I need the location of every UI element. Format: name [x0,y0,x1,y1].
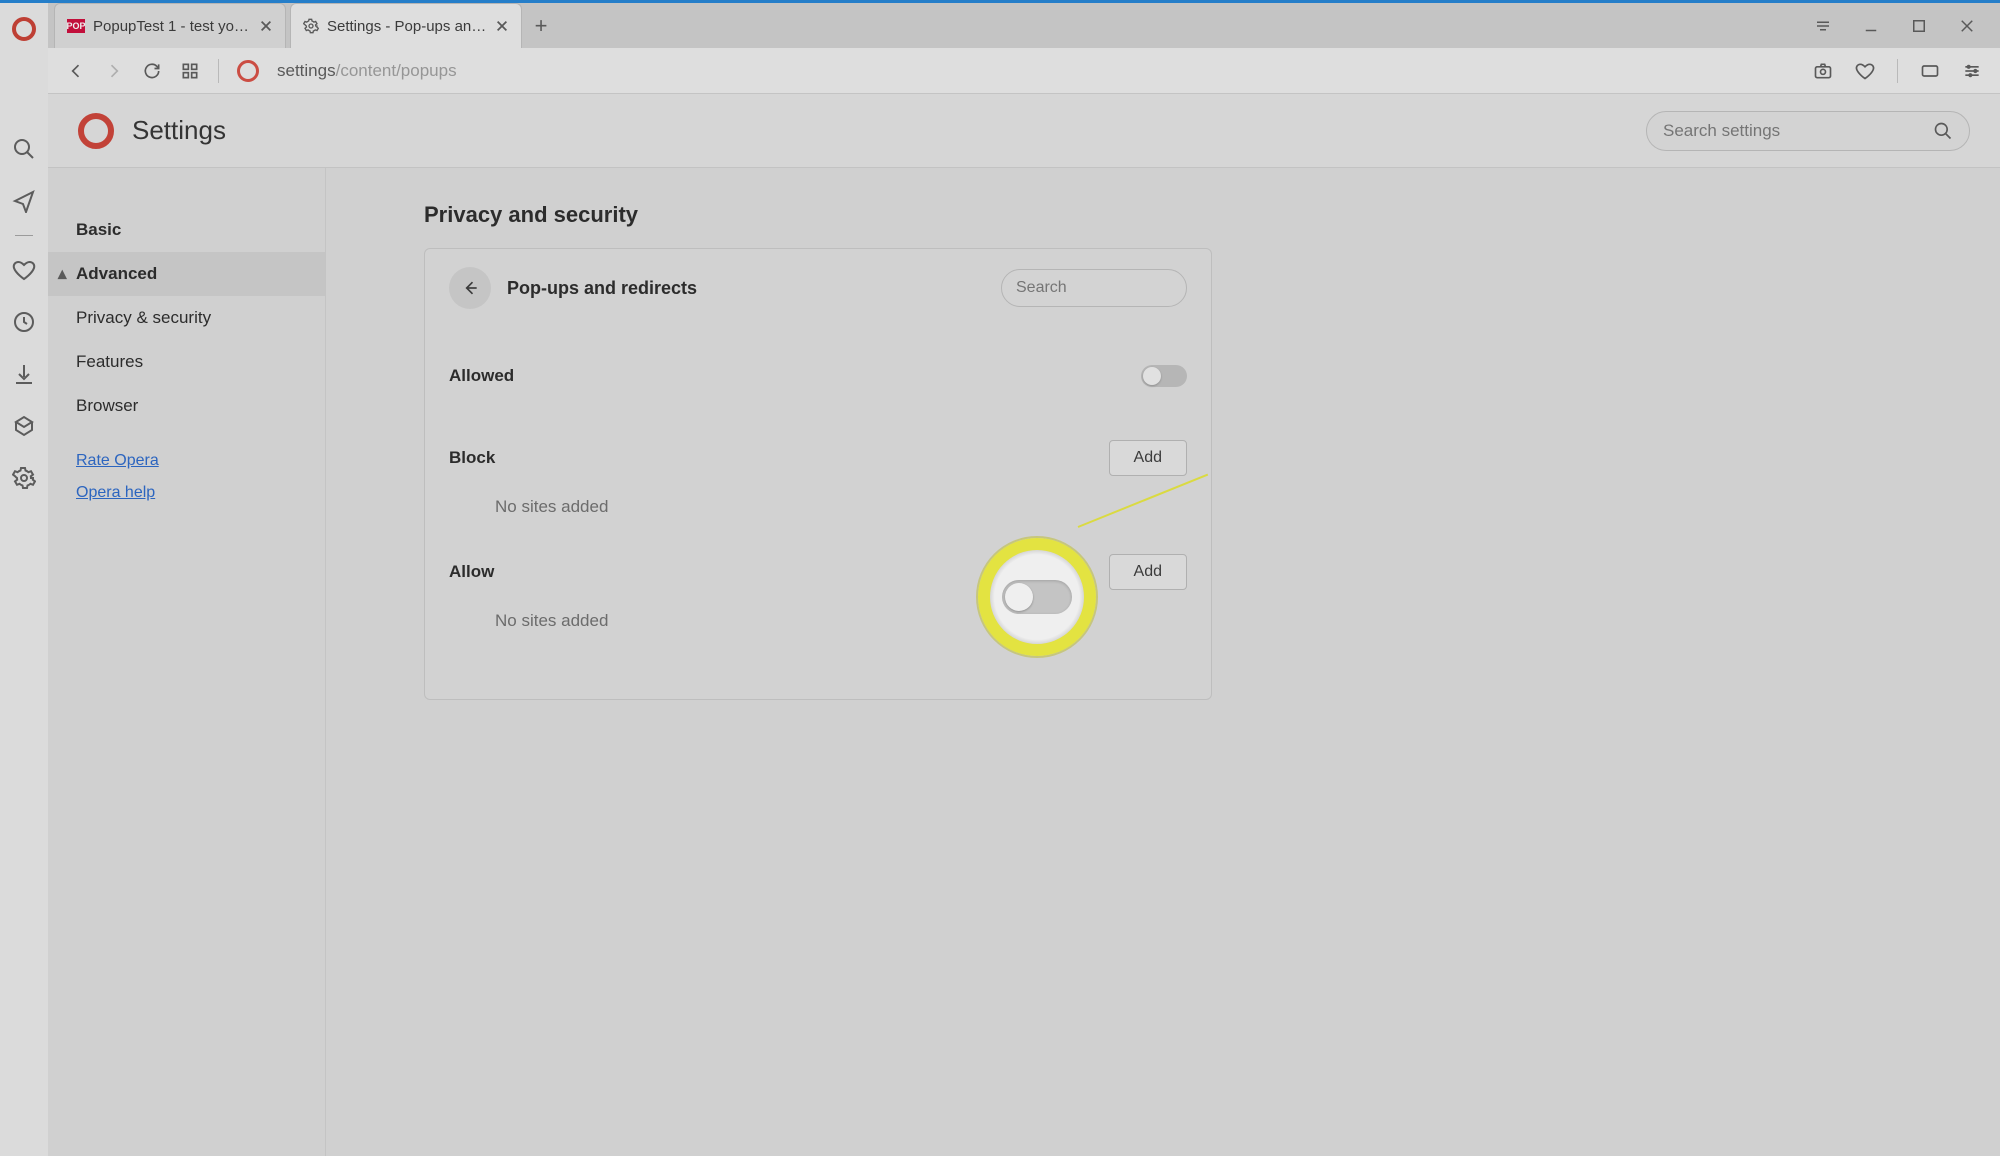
card-title: Pop-ups and redirects [507,278,697,299]
speed-dial-icon[interactable] [180,61,200,81]
search-icon[interactable] [12,137,36,161]
block-row: Block Add [449,431,1187,485]
address-bar: settings/content/popups [48,48,2000,94]
nav-advanced[interactable]: ▴ Advanced [48,252,325,296]
tab-strip: POP PopupTest 1 - test your pop Settings… [54,3,556,48]
nav-privacy[interactable]: Privacy & security [48,296,325,340]
snapshot-icon[interactable] [1813,61,1833,81]
rate-opera-link[interactable]: Rate Opera [48,452,325,470]
arrow-left-icon [460,278,480,298]
close-window-icon[interactable] [1958,17,1976,35]
page-title: Settings [132,115,226,146]
allow-label: Allow [449,562,494,582]
block-label: Block [449,448,495,468]
search-icon [1933,121,1953,141]
back-icon[interactable] [66,61,86,81]
settings-main: Privacy and security Pop-ups and redirec… [326,168,2000,1156]
allowed-toggle[interactable] [1141,365,1187,387]
reload-icon[interactable] [142,61,162,81]
nav-browser[interactable]: Browser [48,384,325,428]
allowed-row: Allowed [449,349,1187,403]
tab-title: Settings - Pop-ups and red [327,18,487,35]
card-search-input[interactable] [1016,279,1223,297]
nav-features[interactable]: Features [48,340,325,384]
close-icon[interactable] [495,19,509,33]
card-header: Pop-ups and redirects [449,267,1187,309]
maximize-icon[interactable] [1910,17,1928,35]
extensions-icon[interactable] [12,414,36,438]
tab-settings[interactable]: Settings - Pop-ups and red [290,3,522,48]
bookmark-heart-icon[interactable] [1855,61,1875,81]
new-tab-button[interactable]: + [526,3,556,48]
sidebar-divider [15,235,33,236]
addr-divider [218,59,219,83]
close-icon[interactable] [259,19,273,33]
allowed-label: Allowed [449,366,514,386]
history-icon[interactable] [12,310,36,334]
allow-row: Allow Add [449,545,1187,599]
easy-setup-icon[interactable] [1962,61,1982,81]
addr-divider [1897,59,1898,83]
opera-logo-icon [78,113,114,149]
app-sidebar [0,3,48,1156]
search-settings-input[interactable] [1663,121,1933,141]
url-display[interactable]: settings/content/popups [277,61,457,81]
allow-add-button[interactable]: Add [1109,554,1187,590]
minimize-icon[interactable] [1862,17,1880,35]
title-bar: POP PopupTest 1 - test your pop Settings… [48,3,2000,48]
opera-logo-icon[interactable] [12,17,36,41]
sidebar-toggle-icon[interactable] [1920,61,1940,81]
settings-content: Basic ▴ Advanced Privacy & security Feat… [48,168,2000,1156]
block-empty: No sites added [449,497,1187,517]
popups-card: Pop-ups and redirects Allowed Block Add … [424,248,1212,700]
heart-icon[interactable] [12,258,36,282]
opera-url-icon [237,60,259,82]
settings-nav: Basic ▴ Advanced Privacy & security Feat… [48,168,326,1156]
gear-icon [303,18,319,34]
opera-help-link[interactable]: Opera help [48,484,325,502]
back-button[interactable] [449,267,491,309]
workspace-icon[interactable] [1814,17,1832,35]
tab-favicon-pop: POP [67,19,85,33]
tab-title: PopupTest 1 - test your pop [93,18,251,35]
url-path: /content/popups [336,61,457,80]
download-icon[interactable] [12,362,36,386]
block-add-button[interactable]: Add [1109,440,1187,476]
window-controls [1814,17,2000,35]
nav-basic[interactable]: Basic [48,208,325,252]
forward-icon[interactable] [104,61,124,81]
caret-up-icon: ▴ [58,264,67,284]
card-search[interactable] [1001,269,1187,307]
search-settings[interactable] [1646,111,1970,151]
gear-icon[interactable] [12,466,36,490]
section-title: Privacy and security [424,202,2000,228]
allow-empty: No sites added [449,611,1187,631]
send-icon[interactable] [12,189,36,213]
tab-popuptest[interactable]: POP PopupTest 1 - test your pop [54,3,286,48]
url-scheme: settings [277,61,336,80]
settings-header: Settings [48,94,2000,168]
nav-advanced-label: Advanced [76,264,157,284]
